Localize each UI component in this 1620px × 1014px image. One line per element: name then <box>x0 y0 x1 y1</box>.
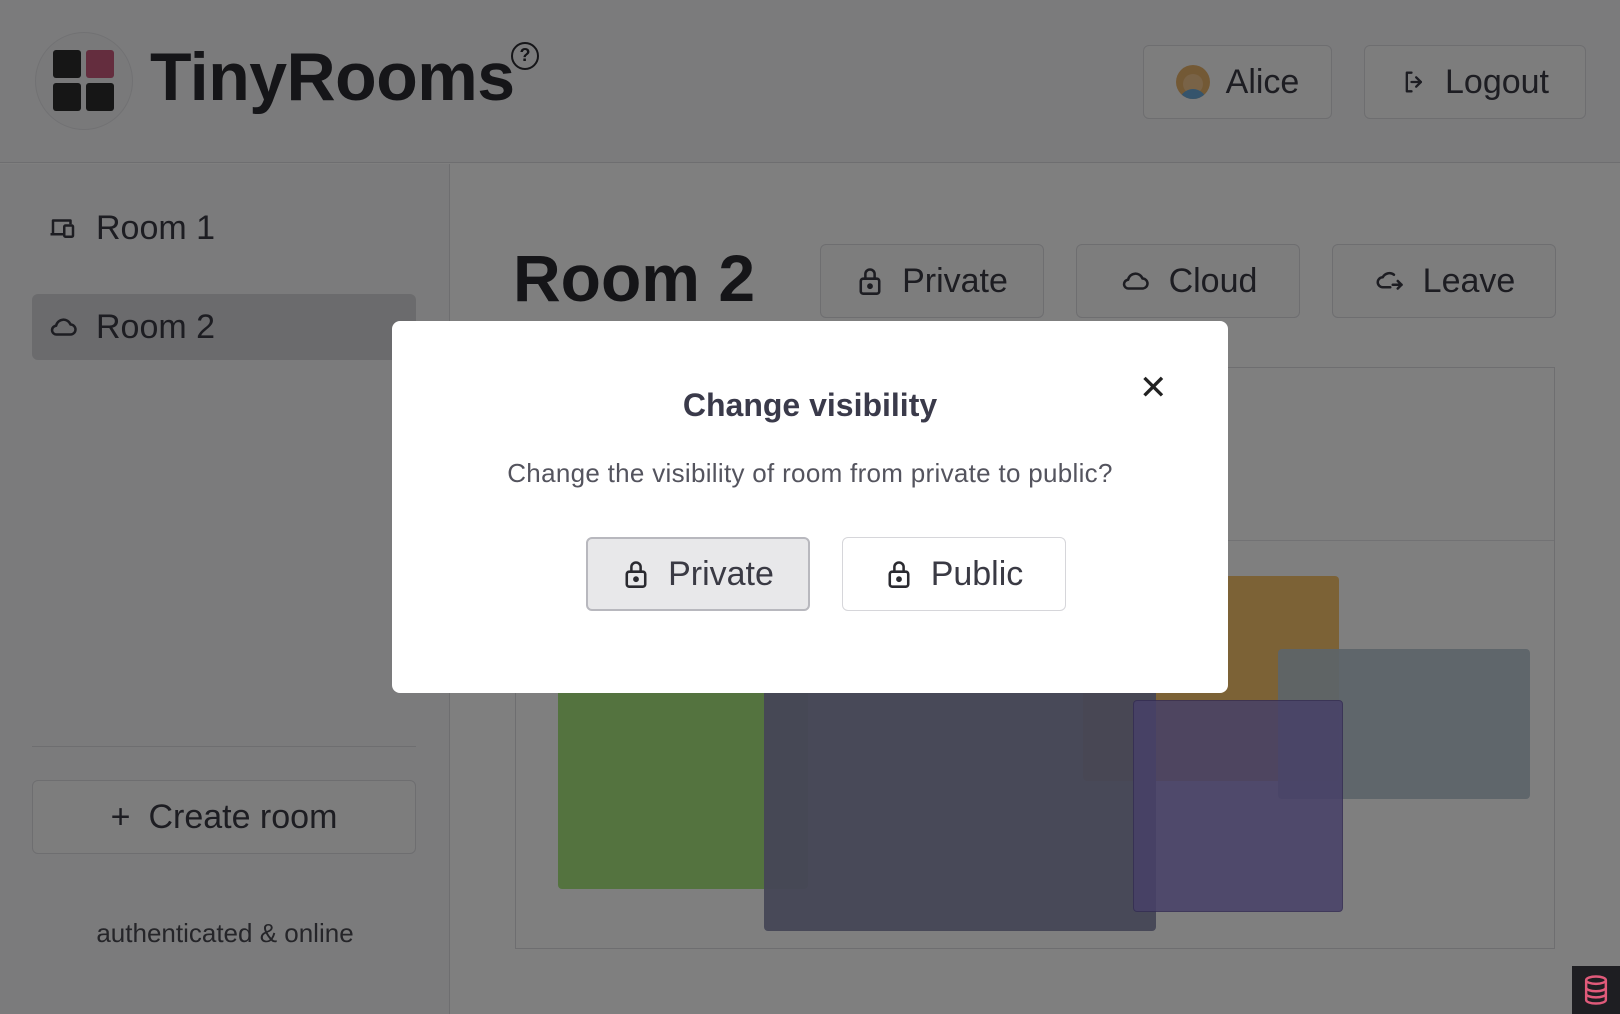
public-option-button[interactable]: Public <box>842 537 1066 611</box>
public-option-label: Public <box>930 554 1024 593</box>
lock-icon <box>622 559 650 589</box>
database-icon[interactable] <box>1572 966 1620 1014</box>
private-option-label: Private <box>668 554 774 593</box>
lock-icon <box>885 559 913 589</box>
change-visibility-dialog: ✕ Change visibility Change the visibilit… <box>392 321 1228 693</box>
dialog-title: Change visibility <box>682 387 938 423</box>
private-option-button[interactable]: Private <box>586 537 810 611</box>
dialog-message: Change the visibility of room from priva… <box>507 458 1113 488</box>
